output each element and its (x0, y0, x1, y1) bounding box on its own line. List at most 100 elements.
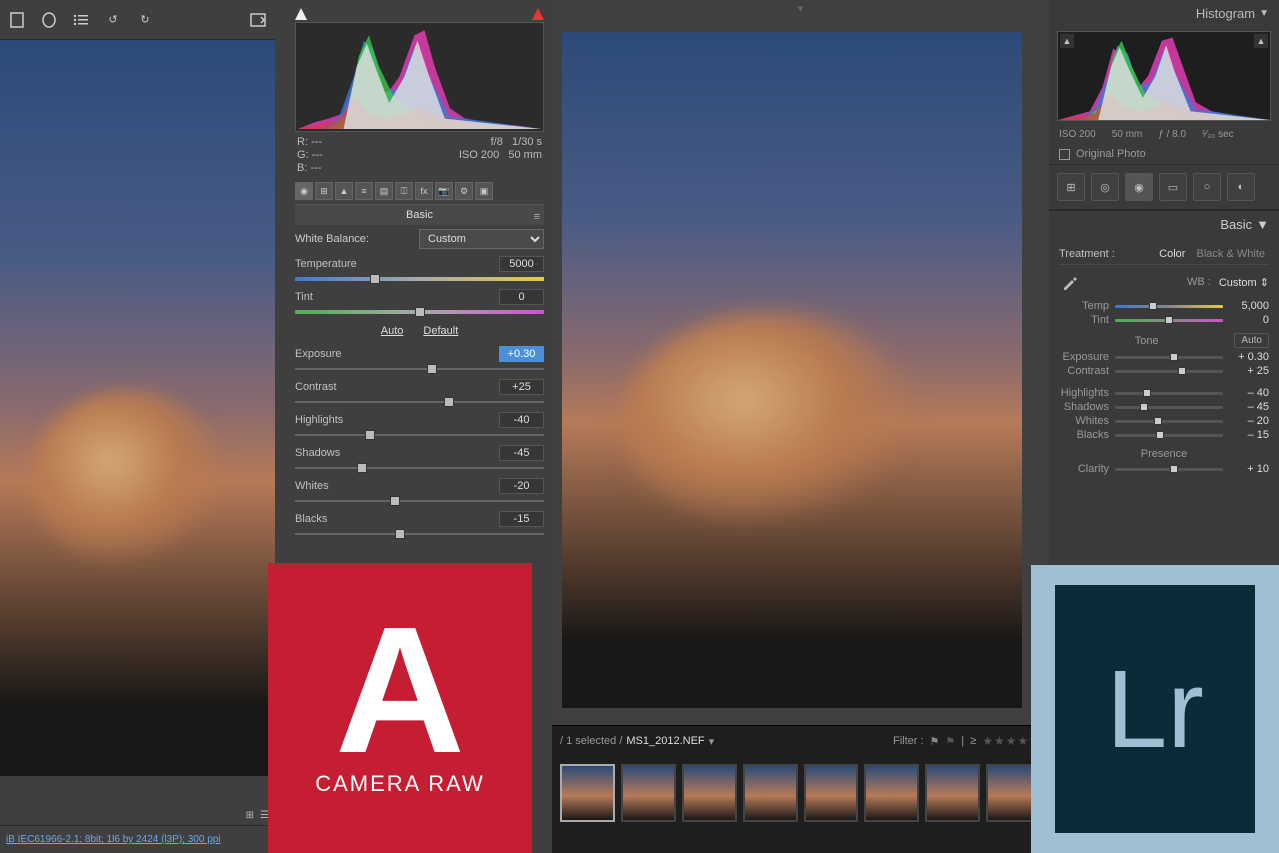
gradient-tool-icon[interactable]: ▭ (1159, 173, 1187, 201)
lr-clarity-slider[interactable]: Clarity+ 10 (1059, 462, 1269, 476)
exposure-slider[interactable]: Exposure+0.30 (295, 343, 544, 376)
checkbox-icon[interactable] (1059, 149, 1070, 160)
rect-tool-icon[interactable] (8, 11, 26, 29)
cr-histogram[interactable] (295, 22, 544, 132)
lr-exposure-slider[interactable]: Exposure+ 0.30 (1059, 350, 1269, 364)
treatment-color[interactable]: Color (1155, 248, 1189, 260)
cr-preview-image[interactable] (0, 40, 275, 776)
rotate-ccw-icon[interactable]: ↺ (104, 11, 122, 29)
lr-shadows-slider[interactable]: Shadows– 45 (1059, 400, 1269, 414)
tint-slider[interactable]: Tint0 (295, 286, 544, 319)
list-icon[interactable] (72, 11, 90, 29)
wb-select[interactable]: Custom (419, 229, 544, 249)
radial-tool-icon[interactable]: ○ (1193, 173, 1221, 201)
highlight-clip-icon[interactable] (532, 8, 544, 20)
lightroom-logo: Lr (1031, 565, 1279, 853)
tone-auto-button[interactable]: Auto (1234, 333, 1269, 348)
whites-value[interactable]: -20 (499, 478, 544, 494)
thumb[interactable] (925, 764, 980, 822)
treatment-bw[interactable]: Black & White (1193, 248, 1269, 260)
lr-contrast-slider[interactable]: Contrast+ 25 (1059, 364, 1269, 378)
basic-tab-icon[interactable]: ◉ (295, 182, 313, 200)
filmstrip-count: / 1 selected / (560, 735, 622, 747)
lr-metadata: ISO 200 50 mm ƒ / 8.0 ¹⁄₃₀ sec (1049, 125, 1279, 144)
lr-preview-image[interactable] (562, 32, 1022, 708)
thumb[interactable] (621, 764, 676, 822)
collapse-icon[interactable]: ▼ (1259, 8, 1269, 19)
ellipse-tool-icon[interactable] (40, 11, 58, 29)
exposure-value[interactable]: +0.30 (499, 346, 544, 362)
lens-tab-icon[interactable]: ⎅ (395, 182, 413, 200)
spot-tool-icon[interactable]: ◎ (1091, 173, 1119, 201)
sliders-mini-icon[interactable]: ⊞ (246, 810, 254, 821)
collapse-icon[interactable]: ▼ (1256, 217, 1269, 232)
detail-tab-icon[interactable]: ▲ (335, 182, 353, 200)
basic-header[interactable]: Basic▼ (1049, 210, 1279, 238)
basic-section-header: Basic≡ (295, 205, 544, 225)
rotate-cw-icon[interactable]: ↻ (136, 11, 154, 29)
tint-value[interactable]: 0 (499, 289, 544, 305)
shadows-slider[interactable]: Shadows-45 (295, 442, 544, 475)
blacks-slider[interactable]: Blacks-15 (295, 508, 544, 541)
panel-menu-icon[interactable]: ≡ (534, 211, 540, 223)
thumb[interactable] (560, 764, 615, 822)
histogram-header[interactable]: Histogram▼ (1049, 0, 1279, 27)
redeye-tool-icon[interactable]: ◉ (1125, 173, 1153, 201)
temperature-slider[interactable]: Temperature5000 (295, 253, 544, 286)
crop-tool-icon[interactable]: ⊞ (1057, 173, 1085, 201)
shadows-value[interactable]: -45 (499, 445, 544, 461)
filmstrip: / 1 selected / MS1_2012.NEF ▾ Filter : ⚑… (552, 725, 1049, 853)
tone-header: Tone (1059, 335, 1234, 347)
presence-header: Presence (1059, 448, 1269, 460)
rating-gte-icon[interactable]: ≥ (970, 735, 976, 747)
snapshot-tab-icon[interactable]: ▣ (475, 182, 493, 200)
highlight-clip-icon[interactable]: ▲ (1254, 34, 1268, 48)
thumb[interactable] (682, 764, 737, 822)
filmstrip-filename[interactable]: MS1_2012.NEF (626, 735, 704, 747)
fx-tab-icon[interactable]: fx (415, 182, 433, 200)
thumb[interactable] (864, 764, 919, 822)
lr-temp-slider[interactable]: Temp5,000 (1059, 299, 1269, 313)
shadow-clip-icon[interactable] (295, 8, 307, 20)
lr-preview-area: ▾ (552, 0, 1049, 725)
blacks-value[interactable]: -15 (499, 511, 544, 527)
open-icon[interactable] (249, 11, 267, 29)
hsl-tab-icon[interactable]: ≡ (355, 182, 373, 200)
lr-blacks-slider[interactable]: Blacks– 15 (1059, 428, 1269, 442)
lr-tint-slider[interactable]: Tint0 (1059, 313, 1269, 327)
auto-button[interactable]: Auto (381, 325, 404, 337)
split-tab-icon[interactable]: ▤ (375, 182, 393, 200)
filter-label: Filter : (893, 735, 924, 747)
thumb[interactable] (804, 764, 859, 822)
cr-image-info-link[interactable]: iB IEC61966-2.1; 8bit; 1l6 by 2424 (l3P)… (0, 825, 275, 853)
wb-select[interactable]: Custom ⇕ (1219, 276, 1269, 289)
chevron-down-icon[interactable]: ▾ (709, 735, 715, 748)
lr-local-tools: ⊞ ◎ ◉ ▭ ○ ◐ (1049, 165, 1279, 210)
cr-panel-tabs: ◉ ⊞ ▲ ≡ ▤ ⎅ fx 📷 ⚙ ▣ (295, 178, 544, 205)
camera-raw-app: ↺ ↻ ⊞ ☰ iB IEC61966-2.1; 8bit; 1l6 by 24… (0, 0, 552, 853)
shadow-clip-icon[interactable]: ▲ (1060, 34, 1074, 48)
panel-collapse-icon[interactable]: ▾ (552, 0, 1049, 17)
flag-pick-icon[interactable]: ⚑ (930, 735, 940, 748)
default-button[interactable]: Default (423, 325, 458, 337)
temperature-value[interactable]: 5000 (499, 256, 544, 272)
brush-tool-icon[interactable]: ◐ (1227, 173, 1255, 201)
original-photo-toggle[interactable]: Original Photo (1049, 144, 1279, 165)
wb-dropper-icon[interactable] (1059, 271, 1081, 293)
lr-histogram[interactable]: ▲ ▲ (1057, 31, 1271, 121)
highlights-slider[interactable]: Highlights-40 (295, 409, 544, 442)
lr-whites-slider[interactable]: Whites– 20 (1059, 414, 1269, 428)
treatment-label: Treatment : (1059, 248, 1115, 260)
cr-toolbar: ↺ ↻ (0, 0, 275, 40)
contrast-slider[interactable]: Contrast+25 (295, 376, 544, 409)
curve-tab-icon[interactable]: ⊞ (315, 182, 333, 200)
thumb[interactable] (743, 764, 798, 822)
lr-highlights-slider[interactable]: Highlights– 40 (1059, 386, 1269, 400)
camera-tab-icon[interactable]: 📷 (435, 182, 453, 200)
highlights-value[interactable]: -40 (499, 412, 544, 428)
flag-reject-icon[interactable]: ⚑ (945, 735, 955, 748)
presets-tab-icon[interactable]: ⚙ (455, 182, 473, 200)
contrast-value[interactable]: +25 (499, 379, 544, 395)
whites-slider[interactable]: Whites-20 (295, 475, 544, 508)
camera-raw-logo: A CAMERA RAW (268, 563, 532, 853)
